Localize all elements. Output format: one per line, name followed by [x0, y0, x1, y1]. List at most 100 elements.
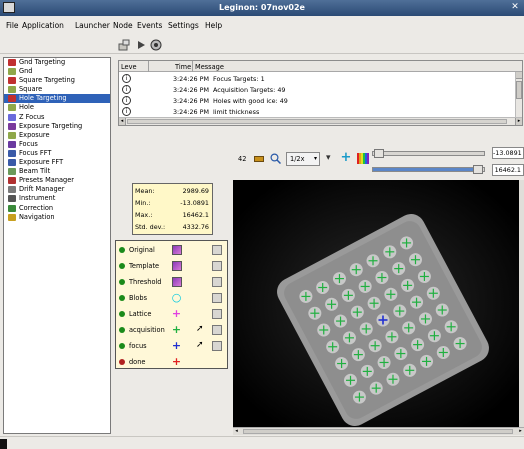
- node-item[interactable]: Gnd Targeting: [4, 58, 110, 67]
- node-item[interactable]: Square: [4, 85, 110, 94]
- node-item[interactable]: Hole: [4, 103, 110, 112]
- column-message[interactable]: Message: [195, 63, 224, 71]
- column-time[interactable]: Time: [175, 63, 191, 71]
- std-label: Std. dev.:: [135, 223, 165, 231]
- layer-visibility-dot[interactable]: [119, 311, 125, 317]
- layer-name: Threshold: [129, 278, 162, 286]
- message-log[interactable]: Leve Time Message i3:24:26 PMFocus Targe…: [118, 60, 523, 126]
- column-level[interactable]: Leve: [121, 63, 137, 71]
- node-icon: [8, 132, 16, 139]
- image-hscroll[interactable]: ◂ ▸: [233, 427, 524, 435]
- node-icon: [8, 59, 16, 66]
- layer-row[interactable]: acquisition+➚: [116, 323, 227, 339]
- menu-application[interactable]: Application: [22, 21, 64, 30]
- layer-visibility-dot[interactable]: [119, 343, 125, 349]
- node-item[interactable]: Square Targeting: [4, 76, 110, 85]
- message-log-vscroll[interactable]: [515, 72, 522, 117]
- message-text: Focus Targets: 1: [213, 75, 265, 83]
- message-text: Acquisition Targets: 49: [213, 86, 285, 94]
- menu-node[interactable]: Node: [113, 21, 133, 30]
- min-value-field[interactable]: -13.0891: [492, 147, 524, 159]
- layer-visibility-dot[interactable]: [119, 247, 125, 253]
- ruler-icon[interactable]: [254, 156, 264, 162]
- message-log-hscroll[interactable]: ◂ ▸: [119, 117, 522, 125]
- layer-row[interactable]: Blobs○: [116, 291, 227, 307]
- node-label: Instrument: [19, 194, 55, 202]
- zoom-tool-icon[interactable]: [270, 153, 281, 164]
- node-label: Square: [19, 85, 42, 93]
- settings-tool-icon[interactable]: [212, 325, 222, 335]
- layer-visibility-dot[interactable]: [119, 263, 125, 269]
- layer-row[interactable]: done+: [116, 355, 227, 371]
- node-icon: [8, 195, 16, 202]
- image-statistics: Mean:2989.69 Min.:-13.0891 Max.:16462.1 …: [132, 183, 213, 235]
- settings-tool-icon[interactable]: [212, 245, 222, 255]
- max-label: Max.:: [135, 211, 152, 219]
- settings-tool-icon[interactable]: [212, 341, 222, 351]
- layer-visibility-dot[interactable]: [119, 279, 125, 285]
- layer-row[interactable]: focus+➚: [116, 339, 227, 355]
- node-item[interactable]: Z Focus: [4, 113, 110, 122]
- max-slider[interactable]: [372, 167, 485, 172]
- menu-file[interactable]: File: [6, 21, 19, 30]
- node-item[interactable]: Exposure FFT: [4, 158, 110, 167]
- menu-settings[interactable]: Settings: [168, 21, 199, 30]
- message-row[interactable]: i3:24:26 PMAcquisition Targets: 49: [119, 85, 522, 95]
- cursor-icon[interactable]: ➚: [196, 340, 206, 351]
- node-item[interactable]: Navigation: [4, 213, 110, 222]
- node-label: Gnd: [19, 67, 32, 75]
- min-slider[interactable]: [372, 151, 485, 156]
- play-icon[interactable]: [135, 39, 147, 51]
- message-row[interactable]: i3:24:26 PMHoles with good ice: 49: [119, 96, 522, 106]
- zoom-select[interactable]: 1/2x▾: [286, 152, 320, 166]
- node-icon: [8, 114, 16, 121]
- menu-launcher[interactable]: Launcher: [75, 21, 110, 30]
- node-item[interactable]: Presets Manager: [4, 176, 110, 185]
- node-icon: [8, 177, 16, 184]
- node-item[interactable]: Exposure: [4, 131, 110, 140]
- settings-tool-icon[interactable]: [212, 293, 222, 303]
- close-icon[interactable]: ✕: [509, 2, 521, 13]
- menu-help[interactable]: Help: [205, 21, 222, 30]
- max-slider-thumb[interactable]: [473, 165, 483, 174]
- settings-tool-icon[interactable]: [212, 277, 222, 287]
- node-item[interactable]: Beam Tilt: [4, 167, 110, 176]
- min-slider-thumb[interactable]: [374, 149, 384, 158]
- menu-bar: File Application Launcher Node Events Se…: [0, 19, 524, 33]
- layer-row[interactable]: Lattice+: [116, 307, 227, 323]
- cursor-icon[interactable]: ➚: [196, 324, 206, 335]
- inspect-icon[interactable]: [150, 39, 162, 51]
- layer-row[interactable]: Template: [116, 259, 227, 275]
- launch-icon[interactable]: [118, 39, 130, 51]
- node-item[interactable]: Focus: [4, 140, 110, 149]
- node-item[interactable]: Hole Targeting: [4, 94, 110, 103]
- count-label: 42: [238, 155, 246, 163]
- message-row[interactable]: i3:24:26 PMFocus Targets: 1: [119, 74, 522, 84]
- image-vscroll[interactable]: [519, 180, 524, 427]
- node-icon: [8, 77, 16, 84]
- layer-visibility-dot[interactable]: [119, 327, 125, 333]
- layer-visibility-dot[interactable]: [119, 295, 125, 301]
- settings-tool-icon[interactable]: [212, 309, 222, 319]
- image-layer-icon: [172, 245, 182, 255]
- crosshair-icon[interactable]: +: [340, 152, 352, 164]
- toolbar: [0, 36, 524, 54]
- dropdown-arrow-icon[interactable]: ▾: [326, 153, 336, 164]
- max-value-field[interactable]: 16462.1: [492, 164, 524, 176]
- node-item[interactable]: Focus FFT: [4, 149, 110, 158]
- node-item[interactable]: Gnd: [4, 67, 110, 76]
- settings-tool-icon[interactable]: [212, 261, 222, 271]
- message-log-header: Leve Time Message: [119, 61, 522, 72]
- layer-row[interactable]: Original: [116, 243, 227, 259]
- layer-visibility-dot[interactable]: [119, 359, 125, 365]
- menu-events[interactable]: Events: [137, 21, 162, 30]
- node-item[interactable]: Exposure Targeting: [4, 122, 110, 131]
- colormap-icon[interactable]: [357, 153, 369, 164]
- node-item[interactable]: Drift Manager: [4, 185, 110, 194]
- micrograph-view[interactable]: [233, 180, 519, 427]
- node-item[interactable]: Correction: [4, 204, 110, 213]
- node-list[interactable]: Gnd TargetingGndSquare TargetingSquareHo…: [3, 57, 111, 434]
- layer-row[interactable]: Threshold: [116, 275, 227, 291]
- message-row[interactable]: i3:24:26 PMlimit thickness: [119, 107, 522, 117]
- node-item[interactable]: Instrument: [4, 194, 110, 203]
